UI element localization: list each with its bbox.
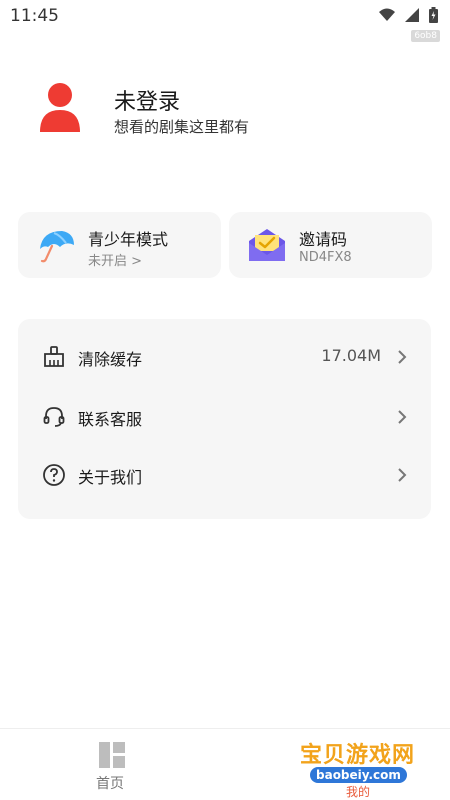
- status-badge: 6ob8: [411, 30, 440, 42]
- cache-size: 17.04M: [321, 346, 381, 365]
- menu-label-about-us: 关于我们: [78, 468, 143, 487]
- watermark-url: baobeiy.com: [310, 767, 407, 783]
- watermark-logo: 宝贝游戏网: [300, 743, 416, 768]
- question-icon: [43, 464, 65, 486]
- invite-code-card[interactable]: 邀请码 ND4FX8: [229, 212, 432, 278]
- nav-tab-home[interactable]: 首页: [82, 739, 142, 799]
- umbrella-icon: [40, 231, 74, 263]
- menu-item-clear-cache[interactable]: 清除缓存 17.04M: [18, 327, 431, 385]
- profile-subtitle: 想看的剧集这里都有: [114, 118, 250, 136]
- login-status[interactable]: 未登录: [114, 84, 180, 116]
- profile-header[interactable]: 未登录 想看的剧集这里都有: [38, 82, 418, 142]
- menu-label-customer-service: 联系客服: [78, 410, 143, 429]
- status-time: 11:45: [10, 6, 59, 26]
- chevron-right-icon: [398, 468, 407, 482]
- teen-mode-title: 青少年模式: [88, 230, 169, 249]
- headset-icon: [43, 407, 65, 427]
- bottom-nav: 首页 宝贝游戏网 baobeiy.com 我的: [0, 728, 450, 800]
- avatar-icon[interactable]: [38, 82, 82, 132]
- status-bar: 11:45 6ob8: [0, 0, 450, 42]
- battery-icon: [429, 7, 438, 23]
- broom-icon: [44, 346, 64, 367]
- menu-label-clear-cache: 清除缓存: [78, 350, 143, 369]
- wifi-icon: [379, 8, 395, 21]
- nav-label-home: 首页: [96, 776, 124, 792]
- teen-mode-card[interactable]: 青少年模式 未开启 >: [18, 212, 221, 278]
- invite-code-title: 邀请码: [299, 230, 348, 249]
- chevron-right-icon: [398, 410, 407, 424]
- nav-tab-mine[interactable]: 宝贝游戏网 baobeiy.com 我的: [300, 735, 420, 799]
- chevron-right-icon: [398, 350, 407, 364]
- invite-code-value: ND4FX8: [299, 250, 352, 265]
- home-icon: [99, 742, 125, 768]
- menu-item-about-us[interactable]: 关于我们: [18, 445, 431, 503]
- signal-icon: [405, 8, 419, 22]
- settings-menu: 清除缓存 17.04M 联系客服 关于我们: [18, 319, 431, 519]
- menu-item-customer-service[interactable]: 联系客服: [18, 387, 431, 445]
- status-icons: [379, 7, 438, 23]
- teen-mode-status: 未开启 >: [88, 254, 143, 269]
- nav-label-mine: 我的: [346, 785, 371, 799]
- envelope-icon: [249, 229, 285, 261]
